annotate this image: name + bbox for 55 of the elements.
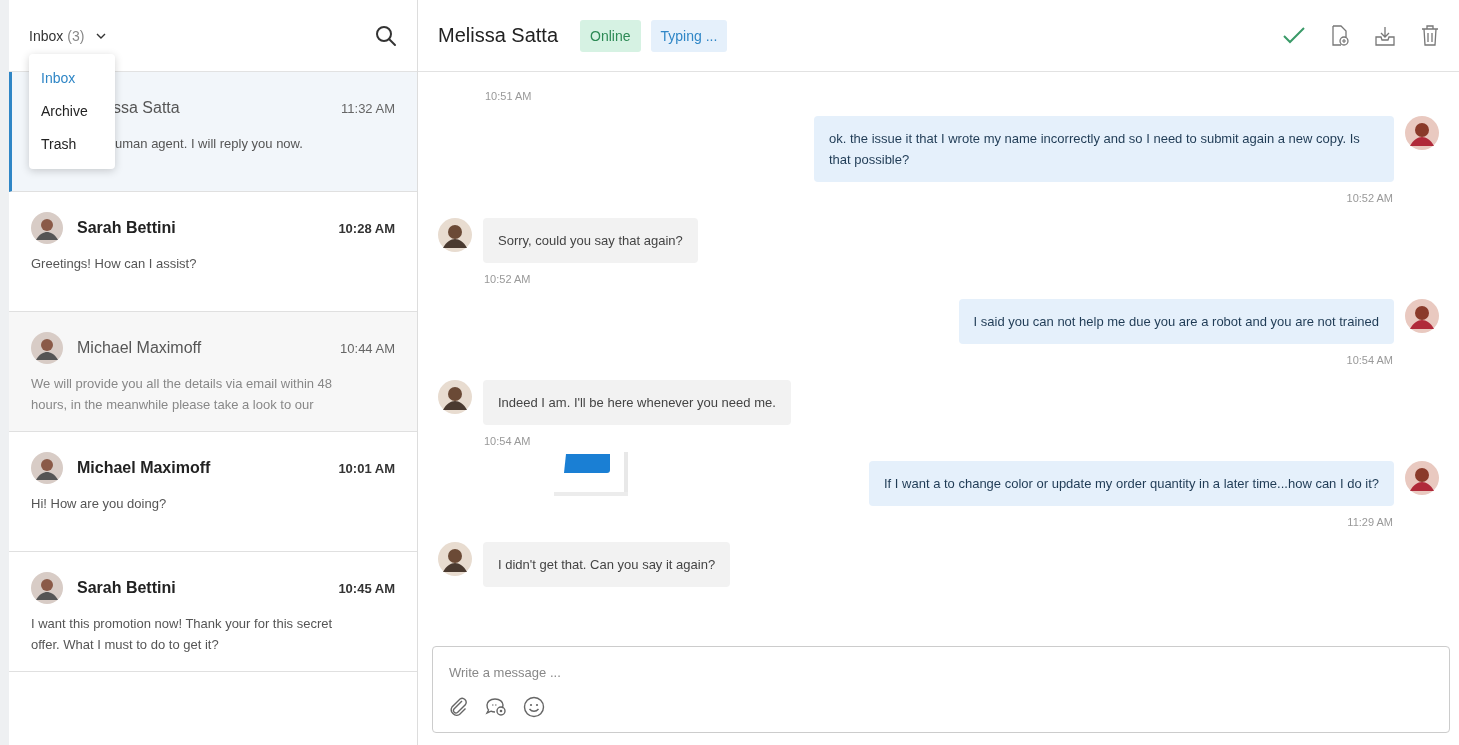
conversation-item[interactable]: Sarah Bettini 10:45 AM I want this promotion now! Thank your for this secret offer. What I must to do to get it? xyxy=(9,552,417,672)
message-time: 11:32 AM xyxy=(341,100,395,116)
trash-icon[interactable] xyxy=(1421,25,1439,46)
message-bubble: ok. the issue it that I wrote my name incorrectly and so I need to submit again a new copy. Is that possible? xyxy=(814,116,1394,182)
message-time: 10:54 AM xyxy=(483,435,532,447)
contact-name: Sarah Bettini xyxy=(77,219,177,237)
avatar-icon xyxy=(31,572,63,604)
message-time: 10:44 AM xyxy=(340,340,395,356)
message-preview: I want this promotion now! Thank your for this secret offer. What I must to do to get it? xyxy=(31,615,334,654)
chat-bubble-icon[interactable] xyxy=(485,697,507,717)
message-time: 10:01 AM xyxy=(338,460,395,476)
message-time: 10:51 AM xyxy=(485,90,533,102)
message-time: 10:45 AM xyxy=(338,580,395,596)
message-preview: We will provide you all the details via email within 48 hours, in the meanwhile please take a look to our xyxy=(31,375,334,414)
user-avatar-icon xyxy=(1405,116,1439,150)
message-time: 10:52 AM xyxy=(483,273,532,285)
message-bubble: Indeed I am. I'll be here whenever you need me. xyxy=(483,380,791,425)
message-bubble: I didn't get that. Can you say it again? xyxy=(483,542,731,587)
contact-name: Michael Maximoff xyxy=(77,459,212,477)
agent-avatar-icon xyxy=(438,542,472,576)
menu-item[interactable]: Archive xyxy=(29,95,115,128)
avatar-icon xyxy=(31,212,63,244)
message-time: 10:52 AM xyxy=(1346,192,1394,204)
conversation-item[interactable]: Michael Maximoff 10:01 AM Hi! How are you doing? xyxy=(9,432,417,552)
agent-avatar-icon xyxy=(438,380,472,414)
caret-icon xyxy=(96,32,107,39)
contact-name: ssa Satta xyxy=(113,99,181,117)
download-icon[interactable] xyxy=(1375,25,1395,46)
message-preview: Greetings! How can I assist? xyxy=(31,255,198,273)
message-time: 10:54 AM xyxy=(1346,354,1394,366)
smiley-icon[interactable] xyxy=(523,696,545,718)
typing-badge: Typing ... xyxy=(650,19,728,52)
document-add-icon[interactable] xyxy=(1331,24,1349,47)
user-avatar-icon xyxy=(1405,461,1439,495)
message-preview: Hi! How are you doing? xyxy=(31,495,168,513)
message-time: 11:29 AM xyxy=(1347,516,1394,528)
message-preview: uman agent. I will reply you now. xyxy=(115,135,304,153)
contact-name: Melissa Satta xyxy=(438,24,559,47)
conversation-item[interactable]: Michael Maximoff 10:44 AM We will provide you all the details via email within 48 hours, in the meanwhile please take a look to our xyxy=(9,312,417,432)
contact-name: Sarah Bettini xyxy=(77,579,177,597)
message-bubble: If I want a to change color or update my order quantity in a later time...how can I do it? xyxy=(869,461,1394,506)
menu-item[interactable]: Trash xyxy=(29,128,115,161)
user-avatar-icon xyxy=(1405,299,1439,333)
message-bubble: I said you can not help me due you are a robot and you are not trained xyxy=(958,299,1394,344)
status-badge: Online xyxy=(580,19,641,52)
search-icon[interactable] xyxy=(375,24,397,47)
contact-name: Michael Maximoff xyxy=(77,339,203,357)
folder-dropdown[interactable]: Inbox (3) xyxy=(29,27,107,44)
message-time: 10:28 AM xyxy=(338,220,395,236)
avatar-icon xyxy=(31,452,63,484)
paperclip-icon[interactable] xyxy=(449,697,469,717)
avatar-icon xyxy=(31,332,63,364)
check-icon[interactable] xyxy=(1283,26,1305,45)
message-bubble: Sorry, could you say that again? xyxy=(483,218,698,263)
agent-avatar-icon xyxy=(438,218,472,252)
